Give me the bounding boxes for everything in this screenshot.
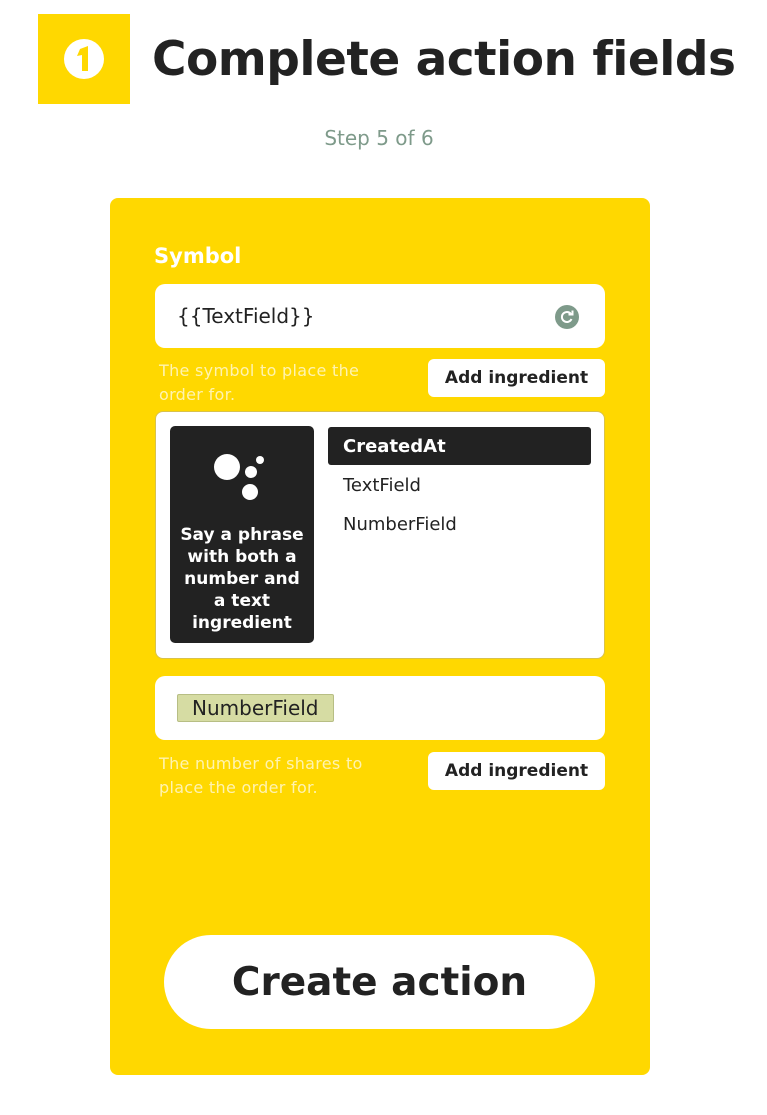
reset-icon[interactable] — [555, 305, 579, 329]
service-logo-icon — [38, 14, 130, 104]
ingredient-option-createdat[interactable]: CreatedAt — [328, 427, 591, 465]
symbol-field-label: Symbol — [154, 244, 242, 268]
symbol-input[interactable]: {{TextField}} — [155, 284, 605, 348]
ingredient-option-numberfield[interactable]: NumberField — [328, 505, 591, 543]
page-title: Complete action fields — [152, 32, 736, 87]
trigger-description: Say a phrase with both a number and a te… — [180, 525, 304, 633]
create-action-button[interactable]: Create action — [164, 935, 595, 1029]
step-indicator: Step 5 of 6 — [324, 126, 434, 150]
ingredient-option-textfield[interactable]: TextField — [328, 466, 591, 504]
action-fields-card: Symbol {{TextField}} The symbol to place… — [110, 198, 650, 1075]
symbol-help-text: The symbol to place the order for. — [159, 361, 360, 404]
google-assistant-icon — [214, 454, 264, 500]
quantity-add-ingredient-button[interactable]: Add ingredient — [428, 752, 605, 790]
ingredient-list: CreatedAt TextField NumberField — [328, 427, 591, 544]
ingredient-token[interactable]: NumberField — [177, 694, 334, 722]
ingredient-dropdown: Say a phrase with both a number and a te… — [155, 411, 605, 659]
symbol-add-ingredient-button[interactable]: Add ingredient — [428, 359, 605, 397]
trigger-card: Say a phrase with both a number and a te… — [170, 426, 314, 643]
quantity-input[interactable]: NumberField — [155, 676, 605, 740]
symbol-input-value: {{TextField}} — [177, 304, 315, 328]
quantity-help-text: The number of shares to place the order … — [159, 754, 363, 797]
